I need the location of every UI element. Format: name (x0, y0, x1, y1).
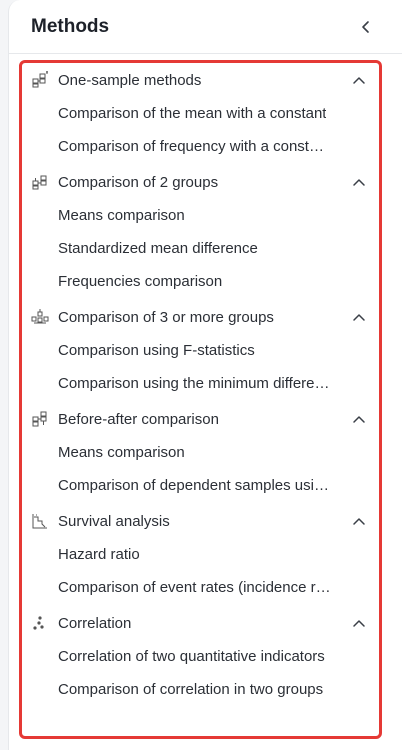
chevron-up-icon (353, 620, 365, 627)
method-item-label: Frequencies comparison (58, 273, 223, 290)
method-item[interactable]: Comparison of correlation in two groups (22, 673, 379, 706)
two-groups-icon (30, 172, 50, 192)
expand-toggle[interactable] (351, 309, 367, 325)
method-item[interactable]: Comparison using the minimum differe… (22, 367, 379, 400)
group-header[interactable]: One-sample methods (22, 63, 379, 97)
method-item-label: Comparison using F-statistics (58, 342, 255, 359)
method-item[interactable]: Comparison using F-statistics (22, 334, 379, 367)
method-item-label: Correlation of two quantitative indicato… (58, 648, 325, 665)
method-item[interactable]: Correlation of two quantitative indicato… (22, 640, 379, 673)
method-item-label: Comparison of correlation in two groups (58, 681, 324, 698)
method-item-label: Standardized mean difference (58, 240, 258, 257)
group-label: Comparison of 3 or more groups (58, 308, 274, 326)
method-item-label: Means comparison (58, 207, 185, 224)
method-item-label: Comparison of event rates (incidence r… (58, 579, 331, 596)
three-groups-icon (30, 307, 50, 327)
group-header[interactable]: Comparison of 3 or more groups (22, 300, 379, 334)
expand-toggle[interactable] (351, 411, 367, 427)
method-item[interactable]: Frequencies comparison (22, 265, 379, 298)
group-label: Comparison of 2 groups (58, 173, 219, 191)
chevron-up-icon (353, 416, 365, 423)
expand-toggle[interactable] (351, 615, 367, 631)
chevron-left-icon (362, 20, 369, 33)
method-item-label: Comparison of dependent samples usi… (58, 477, 329, 494)
method-item-label: Comparison of frequency with a const… (58, 138, 324, 155)
method-item[interactable]: Standardized mean difference (22, 232, 379, 265)
group-label: Correlation (58, 614, 132, 632)
method-item[interactable]: Comparison of event rates (incidence r… (22, 571, 379, 604)
method-item[interactable]: Means comparison (22, 436, 379, 469)
one-sample-icon (30, 70, 50, 90)
method-item-label: Comparison of the mean with a constant (58, 105, 327, 122)
group-header[interactable]: Before-after comparison (22, 402, 379, 436)
group-label: Survival analysis (58, 512, 170, 530)
method-item-label: Comparison using the minimum differe… (58, 375, 330, 392)
chevron-up-icon (353, 518, 365, 525)
panel-title: Methods (31, 15, 110, 37)
before-after-icon (30, 409, 50, 429)
group-header[interactable]: Comparison of 2 groups (22, 165, 379, 199)
group-label: Before-after comparison (58, 410, 219, 428)
group-label: One-sample methods (58, 71, 202, 89)
group-header[interactable]: Survival analysis (22, 504, 379, 538)
method-item-label: Means comparison (58, 444, 185, 461)
survival-icon (30, 511, 50, 531)
expand-toggle[interactable] (351, 174, 367, 190)
collapse-panel-button[interactable] (354, 15, 378, 39)
expand-toggle[interactable] (351, 72, 367, 88)
chevron-up-icon (353, 77, 365, 84)
chevron-up-icon (353, 179, 365, 186)
method-item[interactable]: Hazard ratio (22, 538, 379, 571)
method-item[interactable]: Comparison of dependent samples usi… (22, 469, 379, 502)
method-item-label: Hazard ratio (58, 546, 140, 563)
methods-list: One-sample methods Comparison of the mean… (22, 63, 379, 708)
method-item[interactable]: Means comparison (22, 199, 379, 232)
method-item[interactable]: Comparison of frequency with a const… (22, 130, 379, 163)
panel-header: Methods (9, 0, 402, 54)
expand-toggle[interactable] (351, 513, 367, 529)
scatter-icon (30, 613, 50, 633)
method-item[interactable]: Comparison of the mean with a constant (22, 97, 379, 130)
chevron-up-icon (353, 314, 365, 321)
group-header[interactable]: Correlation (22, 606, 379, 640)
